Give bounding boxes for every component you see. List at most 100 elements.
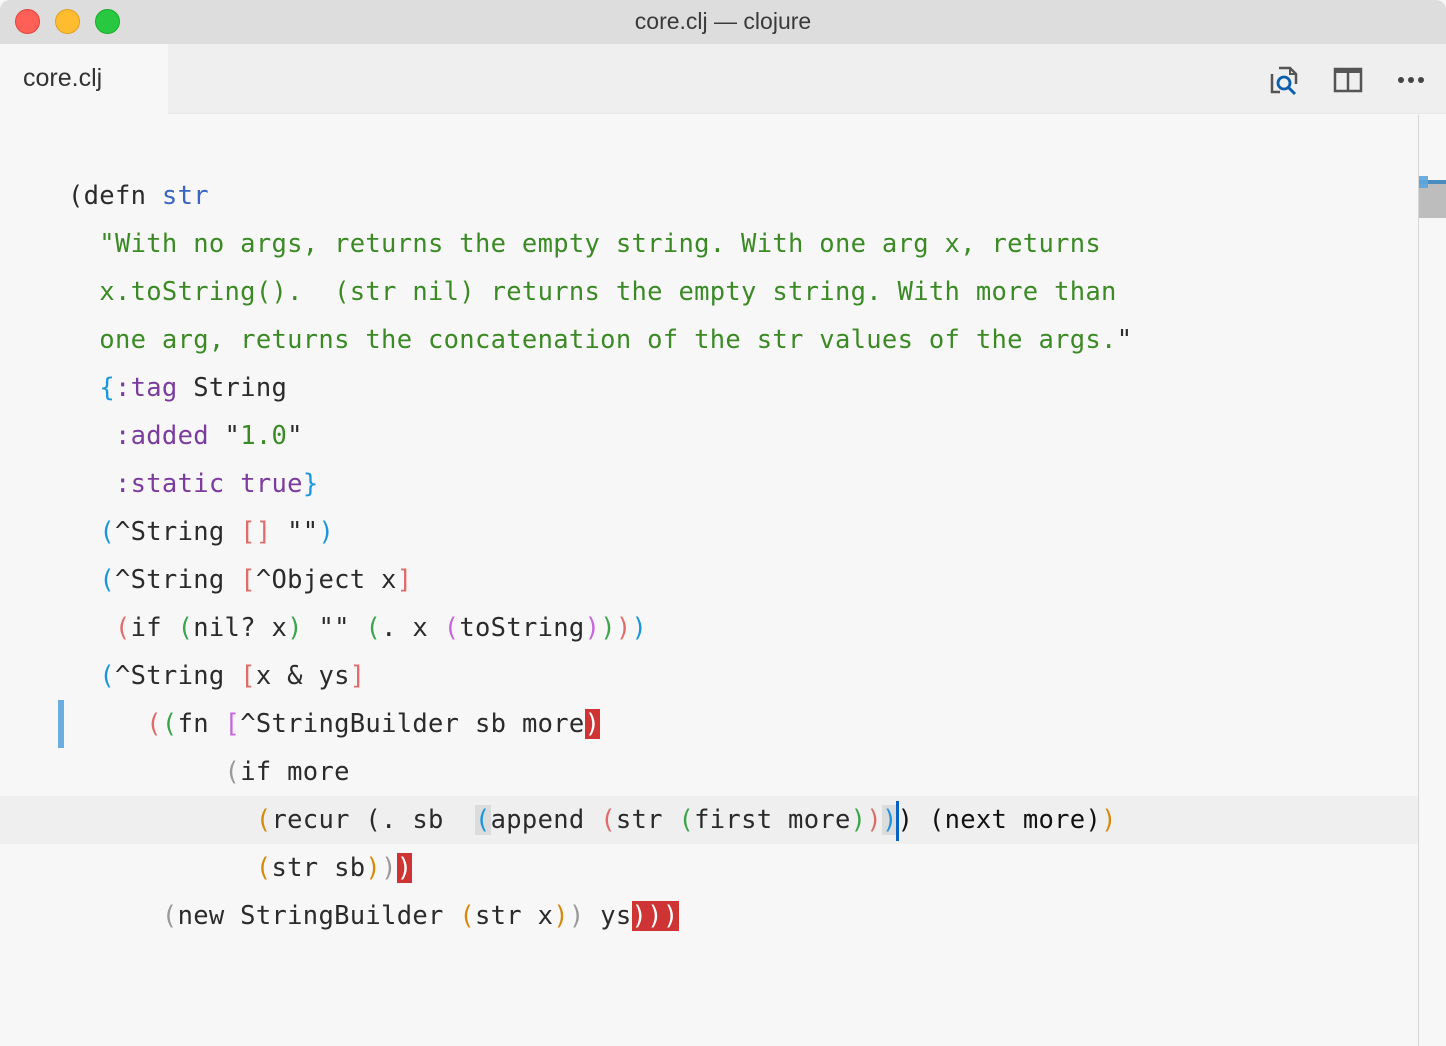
bracket: ] — [349, 661, 366, 691]
bracket: ) — [365, 853, 382, 883]
bracket: { — [99, 373, 115, 403]
code-token: fn — [177, 709, 225, 739]
code-line[interactable]: :added "1.0" — [68, 412, 1132, 460]
code-token: nil? x — [193, 613, 288, 643]
bracket: ( — [161, 901, 178, 931]
code-token: ^StringBuilder sb more — [240, 709, 585, 739]
vertical-scrollbar[interactable] — [1419, 115, 1446, 1046]
code-content[interactable]: (defn str "With no args, returns the emp… — [68, 172, 1132, 940]
bracket: [ — [240, 661, 256, 691]
search-file-icon[interactable] — [1266, 62, 1302, 98]
code-editor[interactable]: (defn str "With no args, returns the emp… — [0, 115, 1418, 1046]
code-token: 1.0 — [240, 421, 288, 451]
bracket: [ — [224, 709, 241, 739]
bracket: ( — [678, 805, 695, 835]
bracket: ( — [224, 757, 241, 787]
bracket: ( — [177, 613, 194, 643]
bracket: [] — [240, 517, 272, 547]
bracket: ) — [584, 613, 601, 643]
editor-window: core.clj — clojure core.clj (defn str "W… — [0, 0, 1446, 1046]
more-actions-icon[interactable] — [1393, 62, 1429, 98]
code-token: String — [177, 373, 288, 403]
bracket: ( — [114, 613, 131, 643]
code-line[interactable]: one arg, returns the concatenation of th… — [68, 316, 1132, 364]
bracket: ( — [365, 613, 382, 643]
title-bar: core.clj — clojure — [0, 0, 1446, 44]
unmatched-bracket: ) — [584, 709, 601, 739]
code-token: ^String — [114, 565, 241, 595]
code-line[interactable]: (str sb))) — [68, 844, 1132, 892]
code-token: "With no args, returns the empty string.… — [68, 229, 1102, 259]
code-line[interactable]: {:tag String — [68, 364, 1132, 412]
code-token: one arg, returns the concatenation of th… — [68, 325, 1117, 355]
unmatched-bracket: ) — [396, 853, 413, 883]
bracket: ) — [568, 901, 585, 931]
code-token: true — [240, 469, 303, 499]
window-title: core.clj — clojure — [634, 8, 812, 34]
unmatched-bracket: ))) — [631, 901, 679, 931]
split-editor-icon[interactable] — [1330, 62, 1366, 98]
bracket: } — [302, 469, 319, 499]
code-token: " — [287, 421, 303, 451]
code-token: if more — [240, 757, 350, 787]
code-line[interactable]: (^String [] "") — [68, 508, 1132, 556]
code-token: "" — [271, 517, 319, 547]
tab-core-clj[interactable]: core.clj — [0, 44, 168, 114]
code-token: x.toString(). (str nil) returns the empt… — [68, 277, 1117, 307]
code-token: str x — [474, 901, 554, 931]
code-line[interactable]: (^String [x & ys] — [68, 652, 1132, 700]
code-line[interactable]: (^String [^Object x] — [68, 556, 1132, 604]
code-token: defn — [83, 181, 162, 211]
code-line[interactable]: "With no args, returns the empty string.… — [68, 220, 1132, 268]
bracket: ) — [850, 805, 867, 835]
code-line[interactable]: x.toString(). (str nil) returns the empt… — [68, 268, 1132, 316]
code-token: "" — [302, 613, 366, 643]
bracket: ( — [255, 805, 272, 835]
code-token: first more — [694, 805, 851, 835]
gutter-change-indicator — [58, 700, 64, 748]
code-line[interactable]: (defn str — [68, 172, 1132, 220]
code-token: ^String — [114, 661, 241, 691]
code-token: :added — [114, 421, 209, 451]
bracket: ) — [381, 853, 397, 883]
code-line[interactable]: (if more — [68, 748, 1132, 796]
code-token: if — [130, 613, 178, 643]
bracket: ) — [631, 613, 648, 643]
code-token: :tag — [114, 373, 178, 403]
bracket: ( — [474, 805, 491, 835]
code-token: x & ys — [255, 661, 350, 691]
code-line[interactable]: ((fn [^StringBuilder sb more) — [68, 700, 1132, 748]
bracket: ) — [600, 613, 616, 643]
code-token: ^Object x — [255, 565, 397, 595]
bracket: ( — [99, 661, 115, 691]
bracket: ) — [866, 805, 882, 835]
code-token: " — [208, 421, 241, 451]
code-token: append — [490, 805, 601, 835]
bracket: ) — [318, 517, 335, 547]
code-line[interactable]: :static true} — [68, 460, 1132, 508]
code-line[interactable]: (new StringBuilder (str x)) ys))) — [68, 892, 1132, 940]
code-line[interactable]: (if (nil? x) "" (. x (toString)))) — [68, 604, 1132, 652]
code-token: str sb — [271, 853, 366, 883]
tab-label: core.clj — [23, 64, 103, 92]
code-token: ^String — [114, 517, 241, 547]
bracket: ( — [459, 901, 475, 931]
code-token: toString — [459, 613, 585, 643]
code-token: str — [615, 805, 679, 835]
tab-bar: core.clj — [0, 44, 1446, 114]
code-line[interactable]: (recur (. sb (append (str (first more)))… — [68, 796, 1132, 844]
bracket: ( — [600, 805, 616, 835]
scrollbar-selection-marker — [1419, 176, 1428, 188]
code-token: ys — [584, 901, 632, 931]
